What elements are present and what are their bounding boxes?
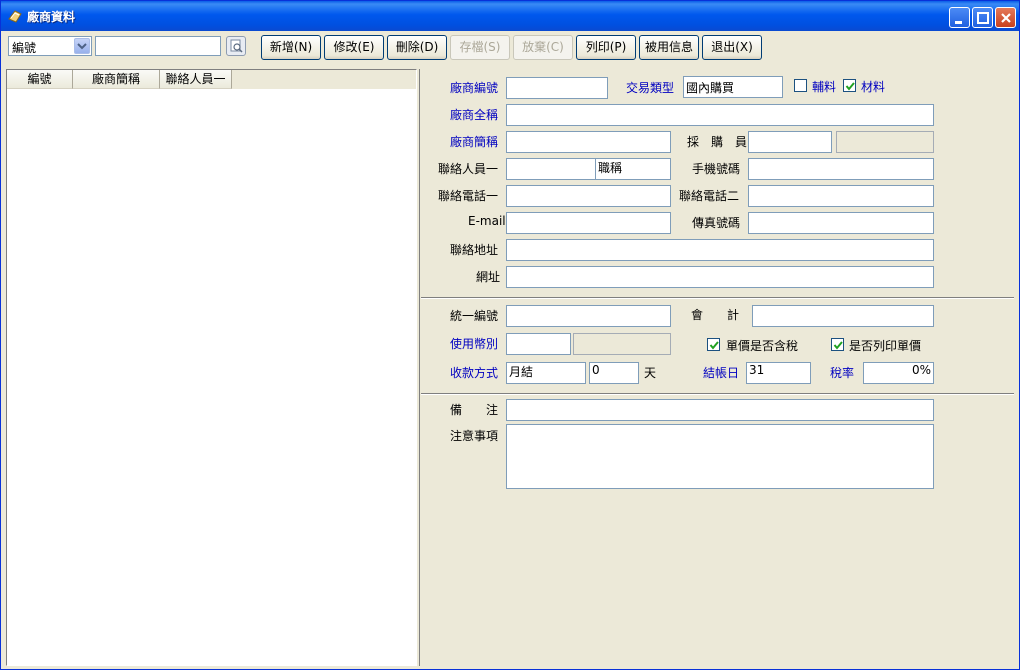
currency-label: 使用幣別 xyxy=(450,337,499,351)
remark-label: 備 注 xyxy=(450,403,499,417)
exit-button[interactable]: 退出(X) xyxy=(702,35,762,60)
address-input[interactable] xyxy=(506,239,934,261)
phone1-input[interactable] xyxy=(506,185,671,207)
print-button[interactable]: 列印(P) xyxy=(576,35,636,60)
tax-id-input[interactable] xyxy=(506,305,671,327)
chevron-down-icon[interactable] xyxy=(74,38,90,54)
aux-material-checkbox[interactable] xyxy=(794,79,807,92)
payment-days-unit: 天 xyxy=(644,366,657,380)
website-label: 網址 xyxy=(476,270,501,284)
email-label: E-mail xyxy=(468,214,506,228)
edit-button[interactable]: 修改(E) xyxy=(324,35,384,60)
aux-material-label: 輔料 xyxy=(812,80,837,94)
email-input[interactable] xyxy=(506,212,671,234)
column-header-contact[interactable]: 聯絡人員一 xyxy=(160,70,232,89)
material-label: 材料 xyxy=(861,80,886,94)
delete-button[interactable]: 刪除(D) xyxy=(387,35,447,60)
contact1-input[interactable] xyxy=(506,158,596,180)
section-divider-2 xyxy=(421,393,1014,395)
notes-textarea[interactable] xyxy=(506,424,934,489)
mobile-input[interactable] xyxy=(748,158,934,180)
payment-method-label: 收款方式 xyxy=(450,366,499,380)
buyer-input[interactable] xyxy=(748,131,832,153)
material-checkbox[interactable] xyxy=(843,79,856,92)
minimize-button[interactable] xyxy=(949,7,970,28)
tax-id-label: 統一編號 xyxy=(450,309,499,323)
vendor-no-input[interactable] xyxy=(506,77,608,99)
phone1-label: 聯絡電話一 xyxy=(438,189,499,203)
title-bar[interactable]: 廠商資料 xyxy=(1,1,1019,31)
phone2-input[interactable] xyxy=(748,185,934,207)
short-name-input[interactable] xyxy=(506,131,671,153)
website-input[interactable] xyxy=(506,266,934,288)
search-input[interactable] xyxy=(95,36,221,56)
remark-input[interactable] xyxy=(506,399,934,421)
tax-rate-label: 稅率 xyxy=(830,366,855,380)
search-field-select[interactable]: 編號 xyxy=(8,36,92,56)
checkmark-icon xyxy=(845,82,855,91)
app-icon xyxy=(8,10,22,23)
vendor-no-label: 廠商編號 xyxy=(450,81,499,95)
checkmark-icon xyxy=(709,341,719,350)
full-name-label: 廠商全稱 xyxy=(450,108,499,122)
maximize-button[interactable] xyxy=(972,7,993,28)
buyer-name-display xyxy=(836,131,934,153)
price-includes-tax-label: 單價是否含稅 xyxy=(726,339,799,353)
usage-info-button[interactable]: 被用信息 xyxy=(639,35,699,60)
grid-header: 編號 廠商簡稱 聯絡人員一 xyxy=(7,70,416,89)
payment-method-input[interactable]: 月結 xyxy=(506,362,586,384)
accountant-input[interactable] xyxy=(752,305,934,327)
trade-type-label: 交易類型 xyxy=(626,81,675,95)
closing-day-label: 結帳日 xyxy=(703,366,740,380)
column-header-no[interactable]: 編號 xyxy=(7,70,73,89)
address-label: 聯絡地址 xyxy=(450,243,499,257)
payment-days-input[interactable]: 0 xyxy=(589,362,639,384)
window-title: 廠商資料 xyxy=(27,10,76,24)
column-header-short-name[interactable]: 廠商簡稱 xyxy=(73,70,160,89)
tax-rate-input[interactable]: 0% xyxy=(863,362,934,384)
closing-day-input[interactable]: 31 xyxy=(746,362,811,384)
price-includes-tax-checkbox[interactable] xyxy=(707,338,720,351)
currency-name-display xyxy=(573,333,671,355)
section-divider-1 xyxy=(421,297,1014,299)
mobile-label: 手機號碼 xyxy=(692,162,741,176)
search-button[interactable] xyxy=(226,36,246,56)
full-name-input[interactable] xyxy=(506,104,934,126)
save-button[interactable]: 存檔(S) xyxy=(450,35,510,60)
fax-input[interactable] xyxy=(748,212,934,234)
fax-label: 傳真號碼 xyxy=(692,216,741,230)
discard-button[interactable]: 放棄(C) xyxy=(513,35,573,60)
close-button[interactable] xyxy=(995,7,1016,28)
vendor-list-grid[interactable]: 編號 廠商簡稱 聯絡人員一 xyxy=(6,69,417,666)
search-icon xyxy=(230,39,243,53)
trade-type-input[interactable]: 國內購買 xyxy=(683,76,783,98)
phone2-label: 聯絡電話二 xyxy=(679,189,740,203)
new-button[interactable]: 新增(N) xyxy=(261,35,321,60)
print-unit-price-checkbox[interactable] xyxy=(831,338,844,351)
contact1-label: 聯絡人員一 xyxy=(438,162,499,176)
short-name-label: 廠商簡稱 xyxy=(450,135,499,149)
currency-input[interactable] xyxy=(506,333,571,355)
notes-label: 注意事項 xyxy=(450,429,499,443)
vendor-window: 廠商資料 編號 新增(N) 修改(E) 刪除(D) 存檔(S) 放棄(C) 列印… xyxy=(0,0,1020,670)
search-field-value: 編號 xyxy=(12,41,37,55)
job-title-input[interactable]: 職稱 xyxy=(595,158,671,180)
buyer-label: 採 購 員 xyxy=(687,135,748,149)
accountant-label: 會 計 xyxy=(691,308,740,322)
checkmark-icon xyxy=(833,341,843,350)
print-unit-price-label: 是否列印單價 xyxy=(849,339,922,353)
